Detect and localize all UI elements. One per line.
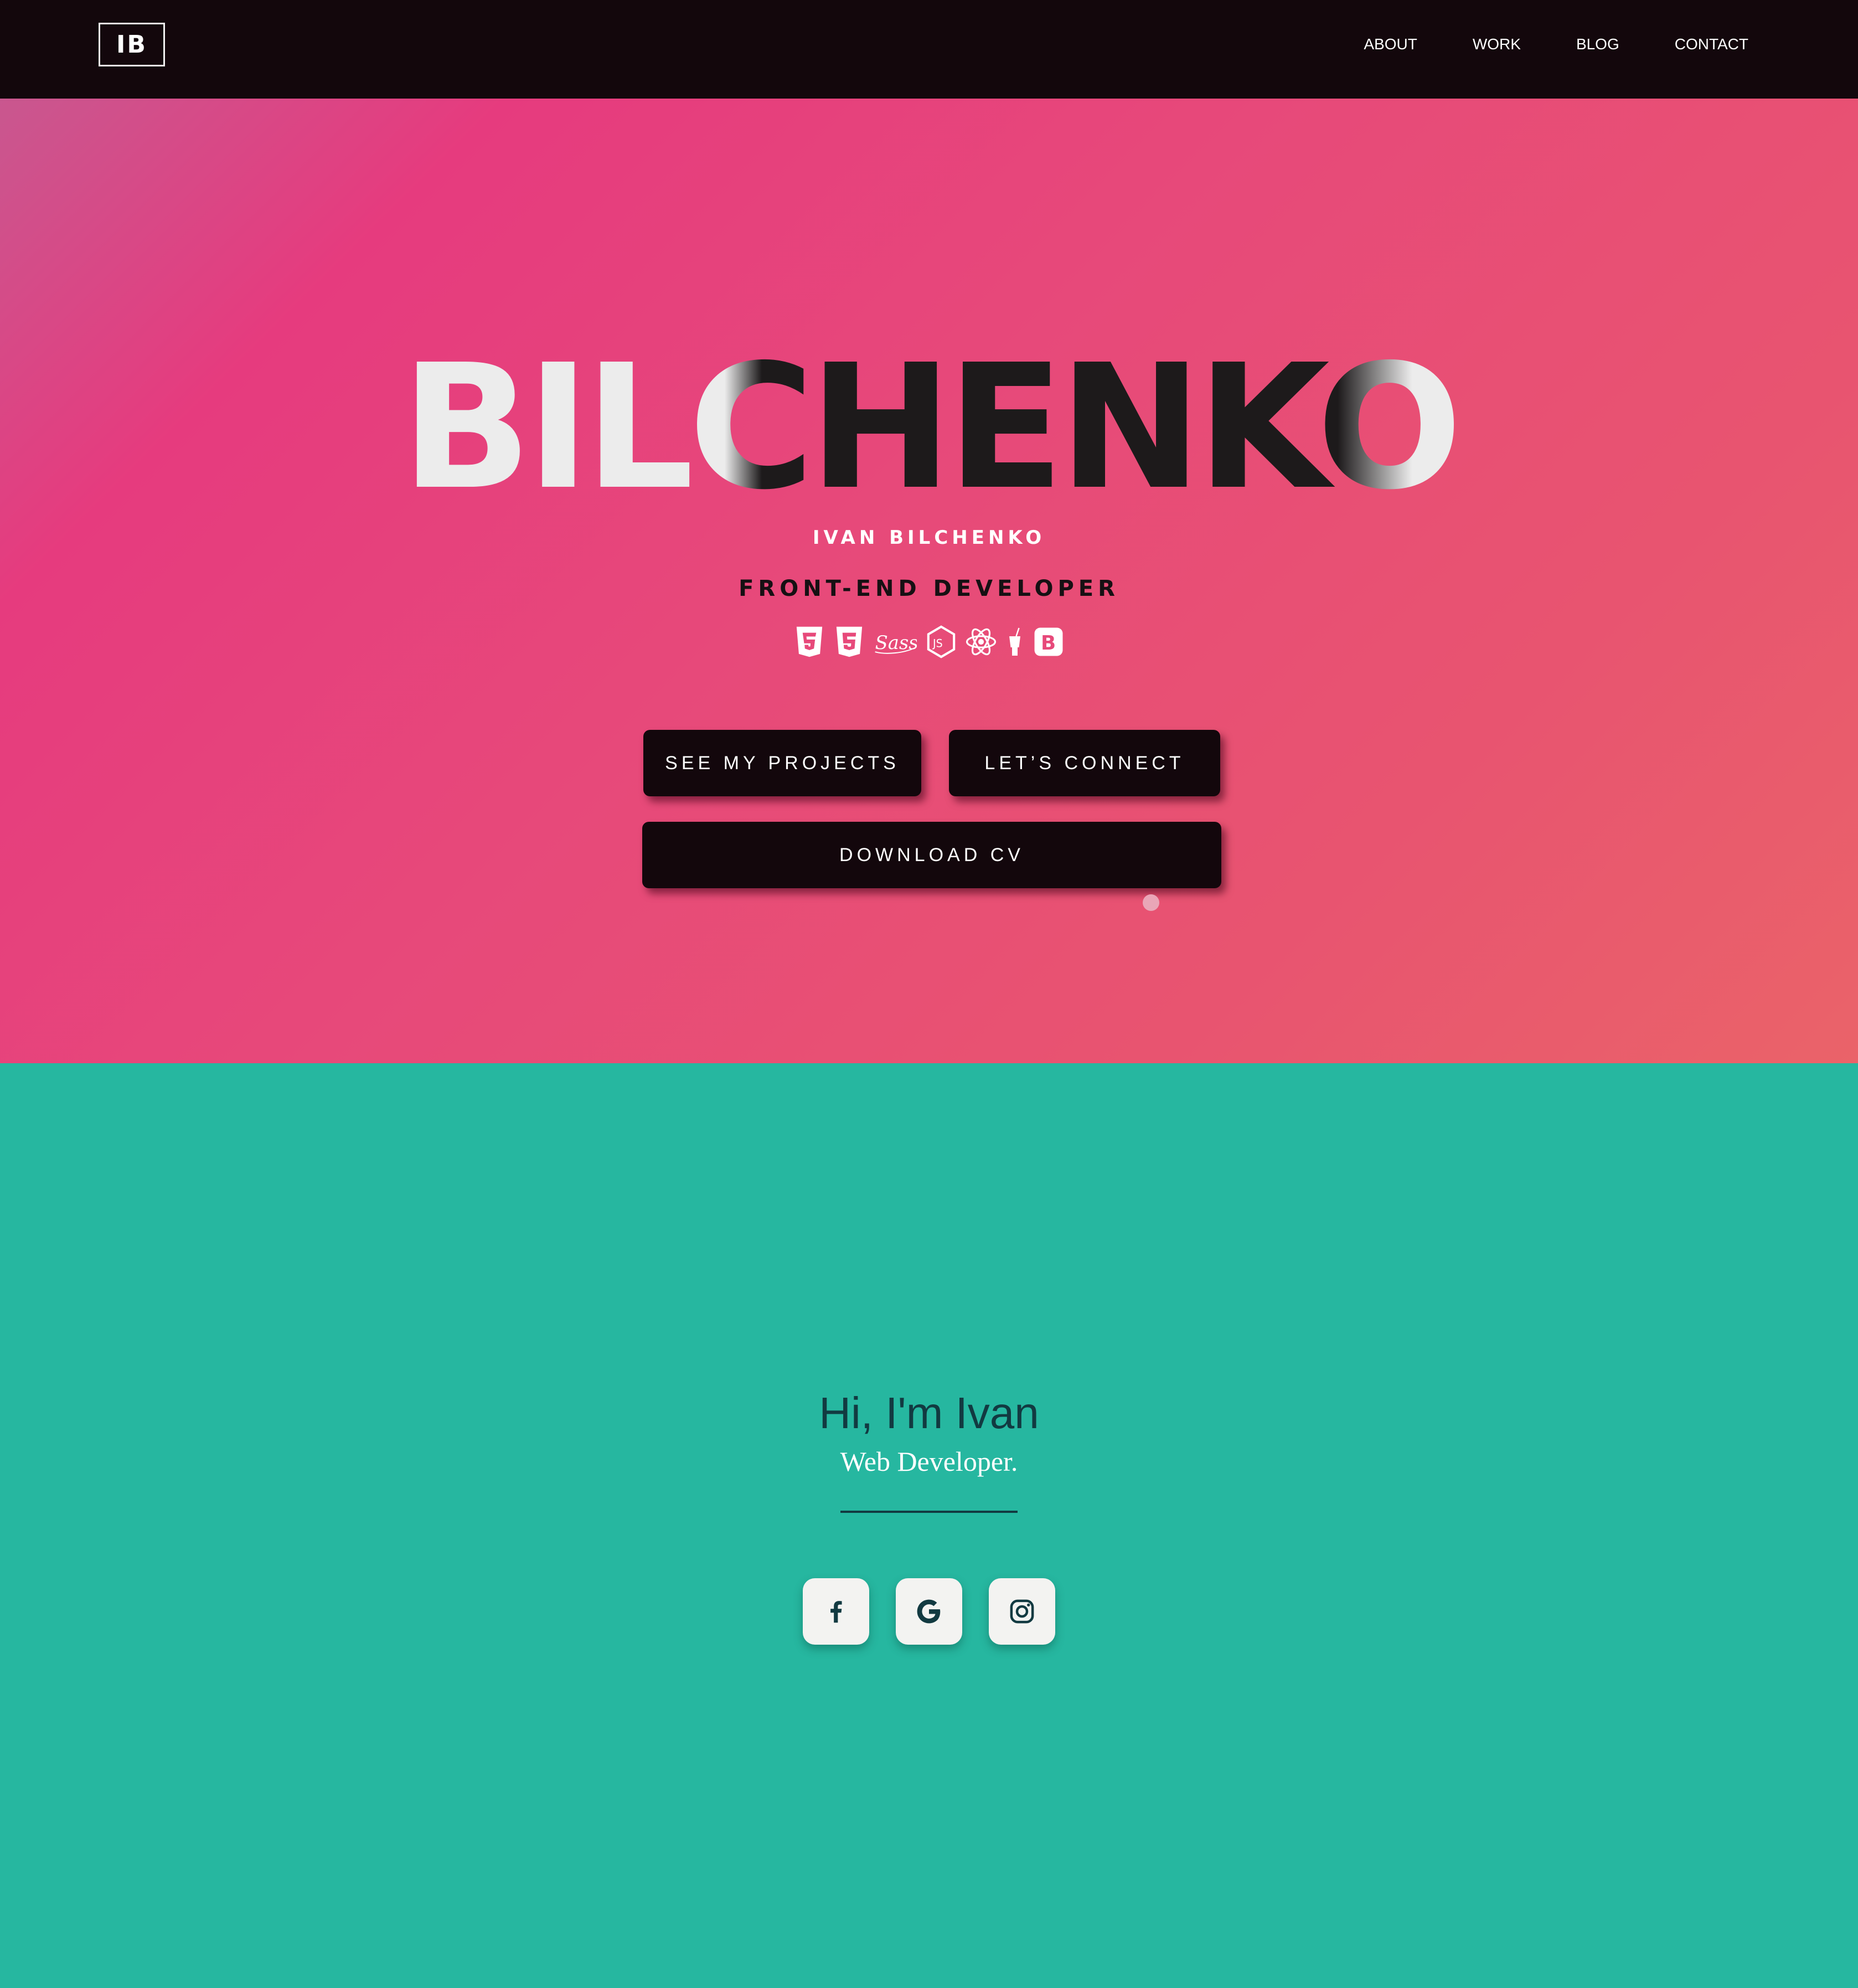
html5-icon xyxy=(793,625,825,659)
about-divider xyxy=(840,1511,1018,1513)
nav-link-about[interactable]: ABOUT xyxy=(1364,35,1417,53)
react-icon xyxy=(965,625,997,659)
instagram-button[interactable] xyxy=(989,1578,1055,1645)
about-greeting: Hi, I'm Ivan xyxy=(819,1388,1039,1438)
hero-role: FRONT-END DEVELOPER xyxy=(739,576,1119,601)
lets-connect-button[interactable]: LET’S CONNECT xyxy=(949,730,1220,796)
about-section: Hi, I'm Ivan Web Developer. xyxy=(0,1063,1858,1988)
nav-links: ABOUT WORK BLOG CONTACT xyxy=(1364,0,1748,89)
cursor-dot xyxy=(1143,894,1159,911)
site-logo[interactable]: IB xyxy=(99,23,165,66)
see-my-projects-button[interactable]: SEE MY PROJECTS xyxy=(643,730,921,796)
top-navbar: IB ABOUT WORK BLOG CONTACT xyxy=(0,0,1858,99)
nav-link-work[interactable]: WORK xyxy=(1473,35,1521,53)
facebook-button[interactable] xyxy=(803,1578,869,1645)
hero-sub-name: IVAN BILCHENKO xyxy=(812,527,1046,549)
nodejs-icon: JS xyxy=(925,625,957,659)
svg-text:B: B xyxy=(1041,632,1056,655)
nav-link-contact[interactable]: CONTACT xyxy=(1675,35,1748,53)
hero-big-name: BILCHENKO xyxy=(0,342,1858,514)
google-button[interactable] xyxy=(896,1578,962,1645)
tech-icons-row: Sass JS B xyxy=(0,625,1858,659)
facebook-icon xyxy=(830,1601,842,1623)
svg-text:JS: JS xyxy=(932,637,943,650)
download-cv-button[interactable]: DOWNLOAD CV xyxy=(642,822,1221,888)
gulp-icon xyxy=(1005,625,1025,659)
instagram-icon xyxy=(1010,1599,1034,1624)
bootstrap-icon: B xyxy=(1033,625,1065,659)
hero-section: BILCHENKO IVAN BILCHENKO FRONT-END DEVEL… xyxy=(0,99,1858,1063)
social-links xyxy=(0,1578,1858,1645)
sass-icon: Sass xyxy=(873,625,917,659)
nav-link-blog[interactable]: BLOG xyxy=(1576,35,1619,53)
about-title: Web Developer. xyxy=(840,1446,1018,1477)
google-icon xyxy=(917,1599,941,1624)
css3-icon xyxy=(833,625,865,659)
